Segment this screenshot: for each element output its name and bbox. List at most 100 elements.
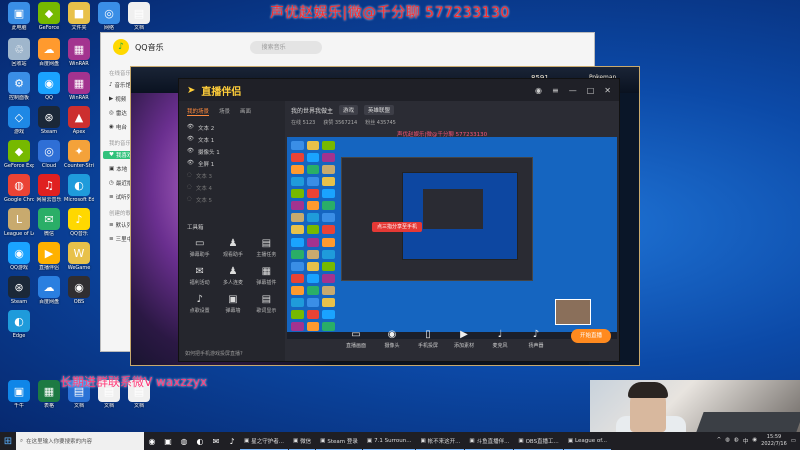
taskbar-task[interactable]: ▣ 星之守护者...: [240, 432, 288, 450]
preview-icon: [322, 189, 335, 199]
desktop-icon[interactable]: ■ 文件夹: [64, 2, 94, 31]
desktop-icon[interactable]: ◉ QQ: [34, 72, 64, 101]
scene-item[interactable]: ◌ 文本 3: [179, 170, 285, 182]
desktop-icon[interactable]: ⊛ Steam: [34, 106, 64, 135]
multi-user-icon: ♟: [228, 266, 238, 277]
go-live-button[interactable]: 开始直播: [571, 329, 611, 343]
tool-button[interactable]: ▦ 弹幕插件: [250, 266, 283, 286]
viewer-icon: ♟: [228, 238, 238, 249]
desktop-icon[interactable]: ◍Google Chrome: [4, 174, 34, 203]
pinned-app-icon[interactable]: ◉: [144, 432, 160, 450]
taskbar-task[interactable]: ▣ League of...: [563, 432, 611, 450]
close-icon[interactable]: ✕: [604, 86, 611, 95]
pinned-app-icon[interactable]: ♪: [224, 432, 240, 450]
desktop-icon[interactable]: ◉ OBS: [64, 276, 94, 305]
tool-button[interactable]: ▤ 歌词显示: [250, 294, 283, 314]
taskbar-task[interactable]: ▣ 7.1 Surroun...: [362, 432, 416, 450]
room-tag[interactable]: 游戏: [339, 105, 359, 115]
desktop-icon[interactable]: ▣ 千牛: [4, 380, 34, 409]
desktop-icon[interactable]: ☁ 百度网盘: [34, 38, 64, 67]
tab-scenes[interactable]: 场景: [219, 107, 230, 116]
tray-icon[interactable]: ^: [717, 437, 722, 445]
scene-item[interactable]: 👁 文本 2: [179, 122, 285, 134]
tool-button[interactable]: ▤ 主播任务: [250, 238, 283, 258]
scene-item[interactable]: 👁 文本 1: [179, 134, 285, 146]
action-phone[interactable]: ▯ 手机投屏: [417, 329, 439, 349]
desktop-icon[interactable]: ▣ 此电脑: [4, 2, 34, 31]
tray-icon[interactable]: ◉: [752, 437, 757, 445]
tray-icon[interactable]: ◍: [725, 437, 730, 445]
scene-item[interactable]: 👁 全屏 1: [179, 158, 285, 170]
clock[interactable]: 15:59 2022/7/16: [761, 434, 787, 448]
desktop-icon[interactable]: LLeague of Legends: [4, 208, 34, 237]
desktop-icon[interactable]: ♪ QQ音乐: [64, 208, 94, 237]
pinned-app-icon[interactable]: ▣: [160, 432, 176, 450]
action-media[interactable]: ▶ 添加素材: [453, 329, 475, 349]
menu-icon[interactable]: ≡: [552, 86, 559, 95]
action-mic[interactable]: ♩ 麦克风: [489, 329, 511, 349]
taskbar-task[interactable]: ▣ 帐不来这开...: [416, 432, 465, 450]
action-camera[interactable]: ◉ 摄像头: [381, 329, 403, 349]
taskbar-search[interactable]: ⌕ 在这里输入你要搜索的内容: [16, 432, 144, 450]
scene-item[interactable]: ◌ 文本 4: [179, 182, 285, 194]
desktop-icon[interactable]: W WeGame: [64, 242, 94, 271]
taskbar-task[interactable]: ▣ Steam 登录: [316, 432, 362, 450]
taskbar-task[interactable]: ▣ OBS直播工...: [514, 432, 563, 450]
desktop-icon[interactable]: ♲ 回收站: [4, 38, 34, 67]
desktop-icon[interactable]: ◐ Edge: [4, 310, 34, 339]
stream-companion-window[interactable]: ➤ 直播伴侣 ◉ ≡ — □ ✕ 我的场景 场景 画面 👁 文本 2 👁 文本 1 …: [178, 78, 620, 362]
taskbar-task[interactable]: ▣ 微信: [288, 432, 316, 450]
stream-preview[interactable]: 点三指分享至手机: [287, 137, 617, 339]
taskbar-task[interactable]: ▣ 斗鱼直播伴...: [465, 432, 514, 450]
tool-button[interactable]: ✉ 福利活动: [183, 266, 216, 286]
desktop-icon[interactable]: ◉ QQ游戏: [4, 242, 34, 271]
tool-button[interactable]: ♪ 点歌设置: [183, 294, 216, 314]
tab-screen[interactable]: 画面: [240, 107, 251, 116]
pinned-app-icon[interactable]: ◐: [192, 432, 208, 450]
desktop-icon[interactable]: ⚙ 控制面板: [4, 72, 34, 101]
desktop-icon[interactable]: ◐Microsoft Edge: [64, 174, 94, 203]
desktop-icon-label: 文档: [73, 403, 84, 409]
maximize-icon[interactable]: □: [587, 86, 595, 95]
pinned-app-icon[interactable]: ◍: [176, 432, 192, 450]
tab-my-scenes[interactable]: 我的场景: [187, 107, 210, 116]
tray-icon[interactable]: 中: [743, 437, 749, 445]
desktop-icon[interactable]: ✦Counter-Strike GO: [64, 140, 94, 169]
desktop-icon[interactable]: ◆ GeForce: [34, 2, 64, 31]
notification-icon[interactable]: ▭: [791, 438, 796, 444]
tool-button[interactable]: ▭ 弹幕助手: [183, 238, 216, 258]
room-title[interactable]: 我的世界我做主: [291, 106, 333, 115]
minimize-icon[interactable]: —: [569, 86, 577, 95]
desktop-icon[interactable]: ▶ 直播伴侣: [34, 242, 64, 271]
preview-icon: [322, 225, 335, 235]
tray-icon[interactable]: ◍: [734, 437, 739, 445]
desktop-icon[interactable]: ▤ 文档: [124, 2, 154, 31]
desktop-icon[interactable]: ◇ 游戏: [4, 106, 34, 135]
tool-button[interactable]: ♟ 观看助手: [216, 238, 249, 258]
room-category[interactable]: 英雄联盟: [364, 105, 395, 115]
start-button[interactable]: ⊞: [0, 432, 16, 450]
avatar[interactable]: ◉: [535, 86, 542, 95]
help-tip[interactable]: 如何把手机游戏投屏直播?: [185, 350, 243, 357]
tool-button[interactable]: ▣ 弹幕墙: [216, 294, 249, 314]
scene-item[interactable]: 👁 摄像头 1: [179, 146, 285, 158]
desktop-icon[interactable]: ◎ Cloud: [34, 140, 64, 169]
desktop-icon[interactable]: ✉ 微信: [34, 208, 64, 237]
action-speaker[interactable]: ♪ 扬声器: [525, 329, 547, 349]
qq-music-search-input[interactable]: 搜索音乐: [249, 40, 322, 54]
desktop-icon[interactable]: ▦ WinRAR: [64, 72, 94, 101]
desktop-icon[interactable]: ◆GeForce Experience: [4, 140, 34, 169]
scene-item[interactable]: ◌ 文本 5: [179, 194, 285, 206]
desktop-icon[interactable]: ♫ 网易云音乐: [34, 174, 64, 203]
desktop-icon[interactable]: ▦ WinRAR: [64, 38, 94, 67]
preview-icon: [291, 273, 304, 283]
desktop-icon[interactable]: ▲ Apex: [64, 106, 94, 135]
danmaku-icon: ▭: [194, 238, 205, 249]
desktop-icon[interactable]: ☁ 百度网盘: [34, 276, 64, 305]
tool-button[interactable]: ♟ 多人连麦: [216, 266, 249, 286]
desktop-icon[interactable]: ⊛ Steam: [4, 276, 34, 305]
pinned-app-icon[interactable]: ✉: [208, 432, 224, 450]
desktop-icon[interactable]: ◎ 网络: [94, 2, 124, 31]
app-icon: ▦: [38, 380, 60, 402]
action-screen[interactable]: ▭ 直播画面: [345, 329, 367, 349]
